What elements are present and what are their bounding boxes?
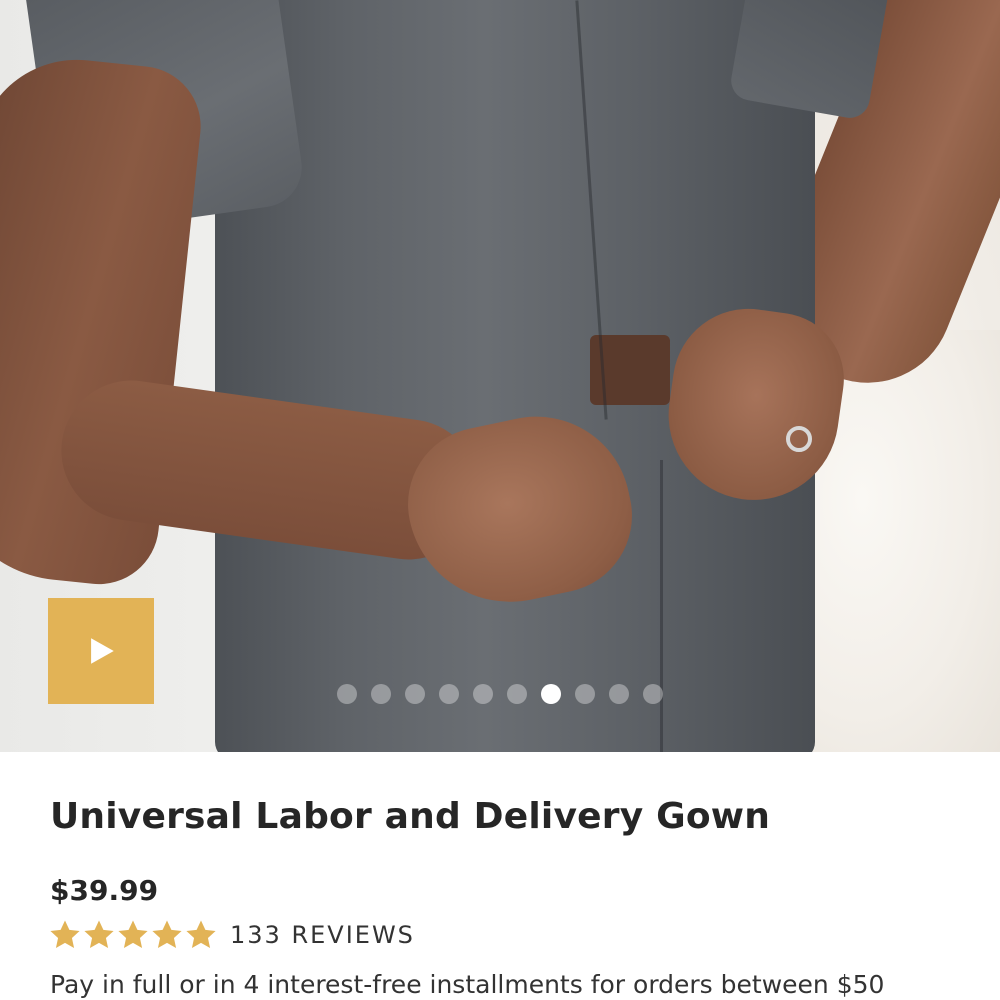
star-rating — [48, 918, 218, 952]
star-icon — [150, 918, 184, 952]
gown-seam-lower — [660, 460, 663, 752]
carousel-dot[interactable] — [643, 684, 663, 704]
star-icon — [82, 918, 116, 952]
carousel-dot[interactable] — [405, 684, 425, 704]
carousel-dot[interactable] — [473, 684, 493, 704]
product-info: Universal Labor and Delivery Gown $39.99… — [0, 752, 1000, 1000]
carousel-dot[interactable] — [541, 684, 561, 704]
carousel-dot[interactable] — [371, 684, 391, 704]
product-price: $39.99 — [50, 874, 159, 907]
product-image[interactable] — [0, 0, 1000, 752]
star-icon — [48, 918, 82, 952]
carousel-dot[interactable] — [507, 684, 527, 704]
reviews-link[interactable]: 133 REVIEWS — [230, 921, 415, 949]
product-page: Universal Labor and Delivery Gown $39.99… — [0, 0, 1000, 1000]
carousel-dot[interactable] — [575, 684, 595, 704]
play-video-button[interactable] — [48, 598, 154, 704]
product-title: Universal Labor and Delivery Gown — [50, 796, 771, 837]
star-icon — [184, 918, 218, 952]
carousel-dots — [337, 684, 663, 704]
star-icon — [116, 918, 150, 952]
ring — [786, 426, 812, 452]
carousel-dot[interactable] — [439, 684, 459, 704]
payment-installments-note: Pay in full or in 4 interest-free instal… — [50, 970, 885, 999]
rating-row[interactable]: 133 REVIEWS — [48, 918, 415, 952]
carousel-dot[interactable] — [609, 684, 629, 704]
play-icon — [91, 638, 114, 664]
carousel-dot[interactable] — [337, 684, 357, 704]
